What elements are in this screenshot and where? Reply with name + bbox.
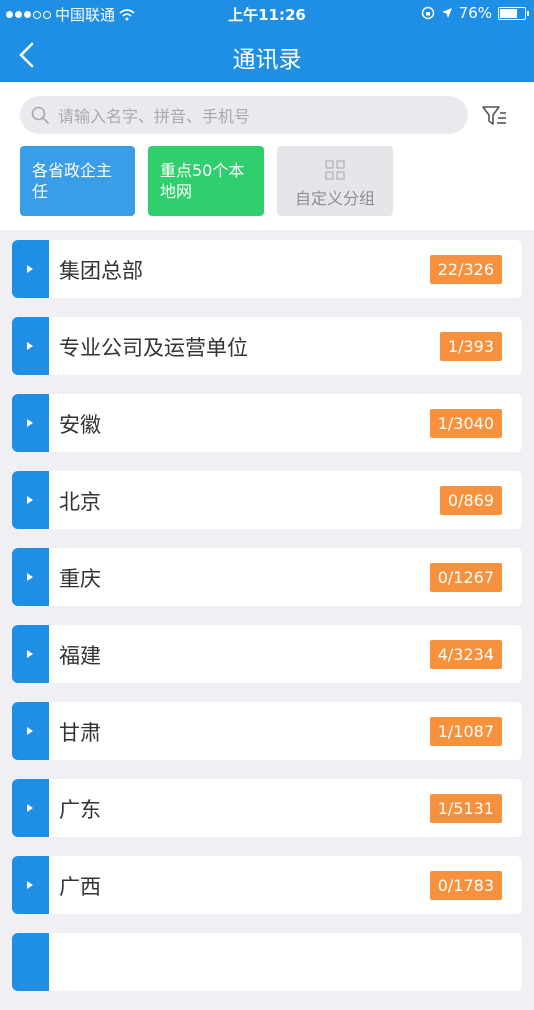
expand-handle[interactable]: [12, 548, 49, 606]
item-name: 专业公司及运营单位: [59, 336, 248, 360]
expand-handle[interactable]: [12, 394, 49, 452]
list-item[interactable]: 福建 4/3234: [12, 625, 522, 683]
list-item[interactable]: 甘肃 1/1087: [12, 702, 522, 760]
search-area: 请输入名字、拼音、手机号 各省政企主任 重点50个本地网 自定义分组: [0, 82, 534, 230]
item-name: 重庆: [59, 567, 101, 591]
count-badge: 1/5131: [429, 794, 502, 823]
count-badge: 0/1783: [429, 871, 502, 900]
expand-handle[interactable]: [12, 779, 49, 837]
group-key-local-networks[interactable]: 重点50个本地网: [148, 146, 264, 216]
caret-right-icon: [27, 342, 33, 350]
group-label: 重点50个本地网: [160, 161, 245, 201]
item-name: 甘肃: [59, 721, 101, 745]
list-item[interactable]: 广西 0/1783: [12, 856, 522, 914]
caret-right-icon: [27, 727, 33, 735]
caret-right-icon: [27, 419, 33, 427]
search-icon: [31, 106, 49, 124]
list-item[interactable]: 北京 0/869: [12, 471, 522, 529]
count-badge: 22/326: [429, 255, 502, 284]
item-name: 广东: [59, 798, 101, 822]
status-right: 76%: [421, 4, 529, 22]
item-name: 广西: [59, 875, 101, 899]
expand-handle[interactable]: [12, 933, 49, 991]
location-icon: [441, 8, 452, 18]
group-custom[interactable]: 自定义分组: [277, 146, 393, 216]
item-name: 安徽: [59, 413, 101, 437]
caret-right-icon: [27, 650, 33, 658]
group-label: 各省政企主任: [32, 161, 113, 201]
count-badge: 0/1267: [429, 563, 502, 592]
caret-right-icon: [27, 496, 33, 504]
list-item[interactable]: 集团总部 22/326: [12, 240, 522, 298]
caret-right-icon: [27, 881, 33, 889]
status-bar: 中国联通 上午11:26 76%: [0, 0, 534, 28]
caret-right-icon: [27, 804, 33, 812]
grid-icon: [325, 160, 345, 180]
search-placeholder: 请输入名字、拼音、手机号: [58, 107, 251, 126]
list-item[interactable]: 重庆 0/1267: [12, 548, 522, 606]
item-name: 集团总部: [59, 259, 143, 283]
battery-icon: [498, 6, 529, 20]
filter-icon: [482, 106, 506, 125]
count-badge: 0/869: [439, 486, 502, 515]
expand-handle[interactable]: [12, 856, 49, 914]
nav-bar: 通讯录: [0, 28, 534, 82]
item-name: 福建: [59, 644, 101, 668]
search-input[interactable]: 请输入名字、拼音、手机号: [20, 96, 468, 134]
battery-percent: 76%: [458, 4, 492, 22]
caret-right-icon: [27, 573, 33, 581]
caret-right-icon: [27, 265, 33, 273]
item-name: 北京: [59, 490, 101, 514]
list-item[interactable]: 广东 1/5131: [12, 779, 522, 837]
count-badge: 1/3040: [429, 409, 502, 438]
list-item[interactable]: 专业公司及运营单位 1/393: [12, 317, 522, 375]
filter-button[interactable]: [480, 102, 508, 130]
count-badge: 1/393: [439, 332, 502, 361]
group-provincial-directors[interactable]: 各省政企主任: [20, 146, 135, 216]
department-list: 集团总部 22/326 专业公司及运营单位 1/393 安徽 1/3040 北京…: [12, 240, 522, 1010]
expand-handle[interactable]: [12, 702, 49, 760]
group-label: 自定义分组: [294, 189, 375, 208]
count-badge: 4/3234: [429, 640, 502, 669]
list-item[interactable]: [12, 933, 522, 991]
expand-handle[interactable]: [12, 317, 49, 375]
expand-handle[interactable]: [12, 625, 49, 683]
expand-handle[interactable]: [12, 240, 49, 298]
orientation-lock-icon: [421, 6, 434, 20]
count-badge: 1/1087: [429, 717, 502, 746]
page-title: 通讯录: [232, 47, 302, 73]
expand-handle[interactable]: [12, 471, 49, 529]
list-item[interactable]: 安徽 1/3040: [12, 394, 522, 452]
